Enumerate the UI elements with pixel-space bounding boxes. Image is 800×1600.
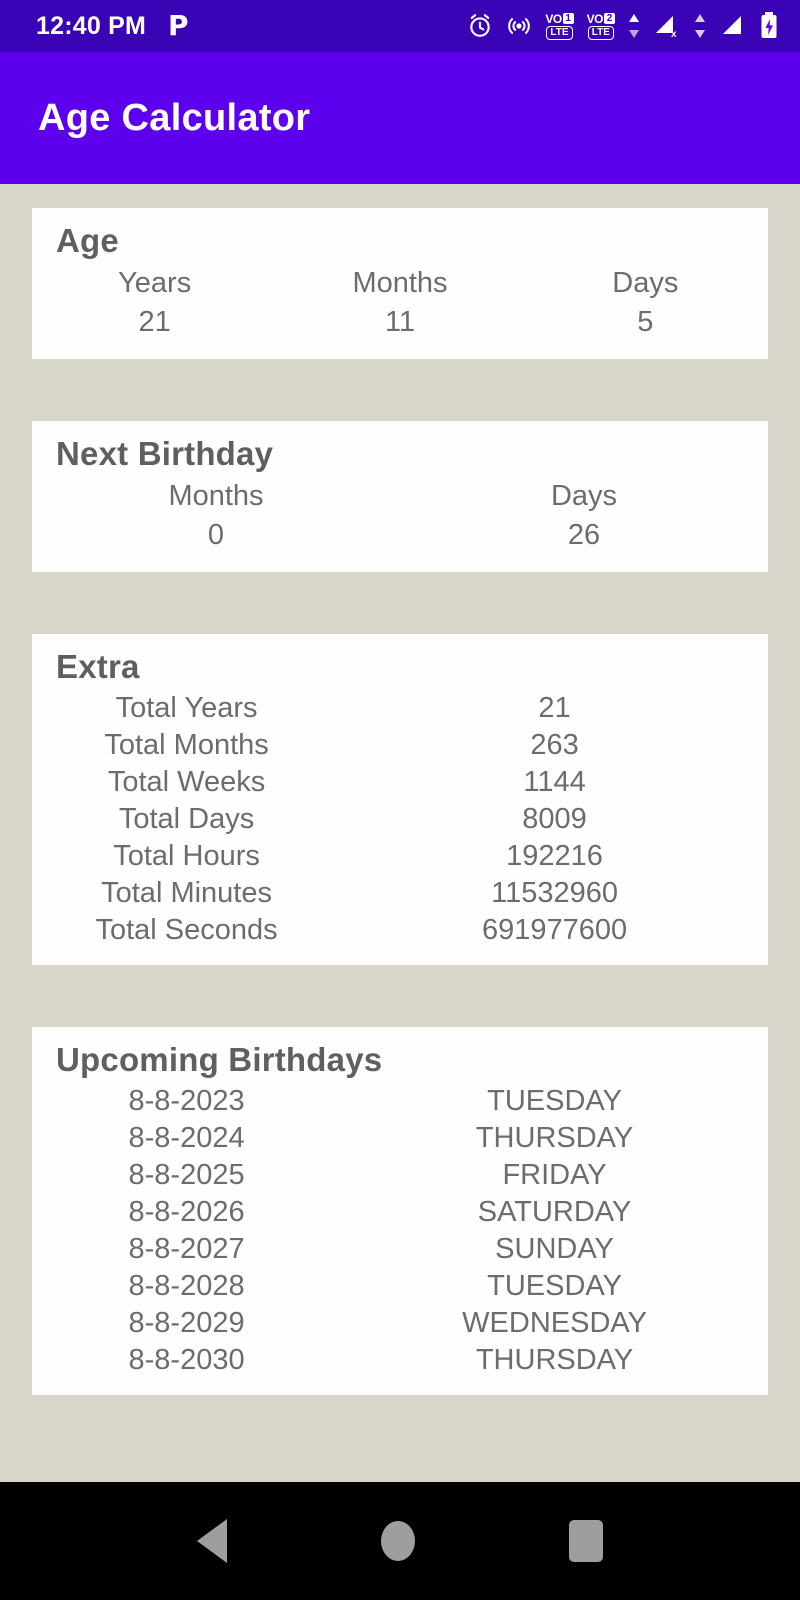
birthday-row: 8-8-2024 THURSDAY [32,1120,768,1157]
birthday-row: 8-8-2030 THURSDAY [32,1342,768,1379]
status-bar-system-icons: VO 1 LTE VO 2 LTE x [467,12,784,40]
extra-row: Total Seconds 691977600 [32,912,768,949]
next-birthday-days-value: 26 [567,519,601,551]
extra-row: Total Months 263 [32,727,768,764]
birthday-weekday: SUNDAY [495,1233,614,1265]
extra-row: Total Weeks 1144 [32,764,768,801]
extra-row: Total Hours 192216 [32,838,768,875]
birthday-weekday: TUESDAY [487,1270,622,1302]
next-birthday-months-value: 0 [207,519,225,551]
next-birthday-values: 0 26 [32,519,768,556]
birthday-date: 8-8-2023 [128,1085,245,1117]
extra-value: 21 [538,692,571,724]
extra-label: Total Months [104,729,269,761]
main-content: Age Years Months Days 21 11 5 Next Birth… [0,184,800,1482]
extra-label: Total Weeks [107,766,266,798]
volte-sim1-number: 1 [562,13,574,24]
status-bar: 12:40 PM P VO 1 LTE VO 2 LTE x [0,0,800,52]
volte-sim2-number: 2 [604,13,615,24]
age-days-value: 5 [637,306,654,338]
birthday-row: 8-8-2029 WEDNESDAY [32,1305,768,1342]
recents-button[interactable] [569,1520,603,1562]
birthday-row: 8-8-2028 TUESDAY [32,1268,768,1305]
extra-card-title: Extra [56,648,140,685]
birthday-row: 8-8-2025 FRIDAY [32,1157,768,1194]
birthday-weekday: WEDNESDAY [462,1307,647,1339]
svg-text:x: x [671,29,677,39]
upcoming-birthdays-card: Upcoming Birthdays 8-8-2023 TUESDAY 8-8-… [32,1027,768,1395]
back-button[interactable] [197,1519,227,1563]
birthday-row: 8-8-2027 SUNDAY [32,1231,768,1268]
birthday-weekday: THURSDAY [475,1344,634,1376]
app-bar: Age Calculator [0,52,800,184]
age-months-label: Months [352,267,448,299]
system-navigation-bar [0,1482,800,1600]
extra-value: 11532960 [491,877,618,909]
birthday-row: 8-8-2026 SATURDAY [32,1194,768,1231]
home-button[interactable] [381,1521,415,1561]
volte-sim1-label: VO [545,11,562,26]
extra-value: 263 [530,729,579,761]
volte-sim2-icon: VO 2 LTE [587,13,615,40]
alarm-clock-icon [467,13,493,39]
extra-row: Total Minutes 11532960 [32,875,768,912]
age-years-value: 21 [138,306,171,338]
volte-sim2-label: VO [586,11,604,26]
age-years-label: Years [118,267,192,299]
extra-label: Total Seconds [95,914,278,946]
status-bar-clock: 12:40 PM [36,11,146,40]
signal-bars-icon [719,13,747,39]
age-card-headers: Years Months Days [32,264,768,306]
app-notification-icon: P [168,9,189,42]
upcoming-birthdays-card-title: Upcoming Birthdays [56,1041,383,1078]
extra-row: Total Days 8009 [32,801,768,838]
extra-value: 192216 [506,840,603,872]
age-months-value: 11 [384,306,416,338]
next-birthday-card: Next Birthday Months Days 0 26 [32,421,768,572]
extra-label: Total Days [118,803,255,835]
birthday-date: 8-8-2024 [128,1122,245,1154]
extra-label: Total Minutes [101,877,272,909]
next-birthday-headers: Months Days [32,477,768,519]
extra-row: Total Years 21 [32,690,768,727]
age-card-values: 21 11 5 [32,306,768,343]
birthday-date: 8-8-2029 [128,1307,245,1339]
volte-sim2-lte: LTE [587,25,614,40]
volte-sim1-icon: VO 1 LTE [545,11,574,40]
volte-sim1-lte: LTE [546,25,573,40]
extra-label: Total Hours [113,840,260,872]
birthday-weekday: TUESDAY [487,1085,622,1117]
extra-value: 691977600 [481,914,628,946]
birthday-date: 8-8-2026 [128,1196,245,1228]
birthday-date: 8-8-2025 [128,1159,245,1191]
birthday-weekday: FRIDAY [502,1159,607,1191]
battery-charging-icon [760,12,778,40]
extra-card: Extra Total Years 21 Total Months 263 To… [32,634,768,965]
birthday-weekday: THURSDAY [475,1122,634,1154]
data-transfer-icon-2 [694,14,706,38]
phone-screen: 12:40 PM P VO 1 LTE VO 2 LTE x Age Calcu… [0,0,800,1600]
extra-value: 8009 [522,803,587,835]
extra-label: Total Years [115,692,258,724]
birthday-weekday: SATURDAY [477,1196,632,1228]
signal-no-service-icon: x [653,13,681,39]
birthday-date: 8-8-2028 [128,1270,245,1302]
extra-value: 1144 [523,766,586,798]
birthday-date: 8-8-2030 [128,1344,245,1376]
data-transfer-icon [628,14,640,38]
age-card: Age Years Months Days 21 11 5 [32,208,768,359]
next-birthday-card-title: Next Birthday [56,435,274,472]
birthday-row: 8-8-2023 TUESDAY [32,1083,768,1120]
next-birthday-days-label: Days [550,480,618,512]
page-title: Age Calculator [38,96,311,139]
birthday-date: 8-8-2027 [128,1233,245,1265]
hotspot-icon [506,13,532,39]
status-bar-notification-icons: P [168,12,189,40]
next-birthday-months-label: Months [168,480,264,512]
age-days-label: Days [612,267,679,299]
age-card-title: Age [56,222,119,259]
